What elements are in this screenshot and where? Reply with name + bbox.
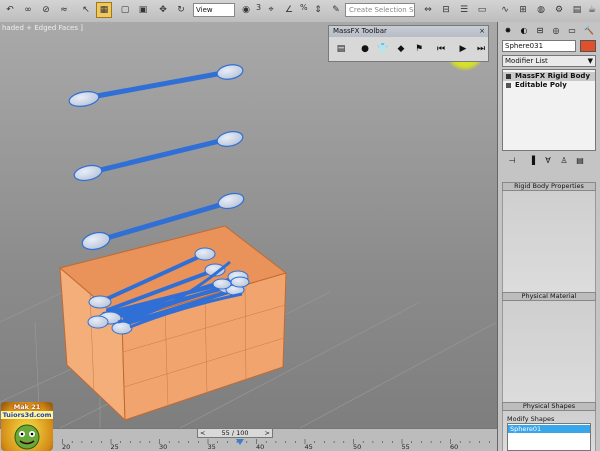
bind-space-warp-icon[interactable]: ≈ <box>56 2 72 18</box>
spinner-snap-icon[interactable]: ⇕ <box>310 2 326 18</box>
list-item[interactable]: Sphere01 <box>508 425 590 433</box>
reset-simulation-icon[interactable]: ⏮ <box>434 41 448 57</box>
select-and-move-icon[interactable]: ✥ <box>155 2 171 18</box>
logo-text-line2: Tuiors3d.com <box>1 411 53 419</box>
logo-mascot-icon <box>14 424 40 450</box>
rectangular-selection-icon[interactable]: ▢ <box>117 2 133 18</box>
step-simulation-icon[interactable]: ⏭ <box>474 41 488 57</box>
angle-snap-icon[interactable]: ∠ <box>281 2 297 18</box>
timeline-tick-label: 25 <box>110 443 119 451</box>
physical-material-body <box>502 301 596 402</box>
constraint-icon[interactable]: ◆ <box>394 41 408 57</box>
stack-controls: ⊣ ▐ ∀ ♙ ▤ <box>502 154 596 167</box>
show-end-result-icon[interactable]: ▐ <box>526 155 538 166</box>
sphere-icon[interactable]: ● <box>358 41 372 57</box>
select-and-rotate-icon[interactable]: ↻ <box>173 2 189 18</box>
render-setup-icon[interactable]: ⚙ <box>551 2 567 18</box>
world-icon[interactable]: ▤ <box>334 41 348 57</box>
modifier-list-dropdown[interactable]: Modifier List ▼ <box>502 55 596 67</box>
timeline-tick-label: 50 <box>353 443 362 451</box>
rendered-frame-icon[interactable]: ▤ <box>569 2 585 18</box>
object-name-field[interactable]: Sphere031 <box>502 40 576 52</box>
command-panel: ✸ ◐ ⊟ ◎ ▭ 🔨 Sphere031 Modifier List ▼ Ma… <box>497 22 600 451</box>
next-frame-icon[interactable]: > <box>265 429 270 437</box>
unlink-icon[interactable]: ⊘ <box>38 2 54 18</box>
configure-modifier-sets-icon[interactable]: ▤ <box>574 155 586 166</box>
timeline-tick-label: 30 <box>159 443 168 451</box>
timeline-tick-label: 60 <box>450 443 459 451</box>
select-by-name-icon[interactable]: ▦ <box>96 2 112 18</box>
chevron-down-icon: ▼ <box>587 57 593 65</box>
timeline-tick-label: 45 <box>304 443 313 451</box>
time-slider-bar: < 55 / 100 > 202530354045505560657075808… <box>0 428 497 451</box>
timeline-tick-label: 35 <box>207 443 216 451</box>
material-editor-icon[interactable]: ◍ <box>533 2 549 18</box>
named-selection-set-field[interactable]: Create Selection Se <box>345 3 415 17</box>
viewport-shading-label[interactable]: haded + Edged Faces ] <box>2 24 83 32</box>
modify-tab-icon[interactable]: ◐ <box>518 24 530 36</box>
snap-toggle-label[interactable]: 3 <box>256 3 261 12</box>
pin-stack-icon[interactable]: ⊣ <box>506 155 518 166</box>
link-icon[interactable]: ∞ <box>20 2 36 18</box>
lightbulb-icon[interactable] <box>506 74 511 79</box>
hierarchy-tab-icon[interactable]: ⊟ <box>534 24 546 36</box>
mirror-icon[interactable]: ⇔ <box>420 2 436 18</box>
shirt-icon[interactable]: 👕 <box>376 41 390 57</box>
edit-named-selection-icon[interactable]: ✎ <box>328 2 344 18</box>
viewport-scene <box>0 63 497 428</box>
time-slider[interactable]: < 55 / 100 > <box>197 428 273 438</box>
timeline-tick-label: 40 <box>256 443 265 451</box>
massfx-toolbar-title[interactable]: MassFX Toolbar <box>329 26 488 37</box>
modifier-list-label: Modifier List <box>505 57 548 65</box>
rigid-body-properties-body <box>502 191 596 292</box>
remove-modifier-icon[interactable]: ♙ <box>558 155 570 166</box>
window-crossing-icon[interactable]: ▣ <box>135 2 151 18</box>
motion-tab-icon[interactable]: ◎ <box>550 24 562 36</box>
timeline-ruler[interactable] <box>0 439 497 451</box>
perspective-viewport[interactable]: haded + Edged Faces ] <box>0 22 497 428</box>
explorer-icon[interactable]: ⚑ <box>412 41 426 57</box>
cotton-swab-1[interactable] <box>68 63 244 109</box>
close-icon[interactable]: × <box>479 27 485 35</box>
watermark-logo: Mak 21 Training Tuiors3d.com <box>1 402 53 451</box>
stack-item-editable-poly[interactable]: Editable Poly <box>503 81 595 90</box>
make-unique-icon[interactable]: ∀ <box>542 155 554 166</box>
timeline-tick-label: 55 <box>401 443 410 451</box>
reference-coordinate-dropdown[interactable]: View <box>193 3 235 17</box>
pivot-center-icon[interactable]: ◉ <box>238 2 254 18</box>
modify-shapes-label: Modify Shapes <box>507 415 555 423</box>
ribbon-icon[interactable]: ▭ <box>474 2 490 18</box>
object-color-swatch[interactable] <box>580 40 596 52</box>
percent-snap-label[interactable]: % <box>300 3 308 12</box>
rollout-physical-material[interactable]: Physical Material <box>502 292 596 301</box>
main-toolbar: ↶ ∞ ⊘ ≈ ↖ ▦ ▢ ▣ ✥ ↻ View ◉ 3 ⌖ ∠ % ⇕ ✎ C… <box>0 0 600 23</box>
expand-icon[interactable] <box>506 83 511 88</box>
snap-toggle-icon[interactable]: ⌖ <box>263 2 279 18</box>
undo-icon[interactable]: ↶ <box>2 2 18 18</box>
layer-manager-icon[interactable]: ☰ <box>456 2 472 18</box>
display-tab-icon[interactable]: ▭ <box>566 24 578 36</box>
select-object-icon[interactable]: ↖ <box>78 2 94 18</box>
curve-editor-icon[interactable]: ∿ <box>497 2 513 18</box>
stack-item-massfx-rigid-body[interactable]: MassFX Rigid Body <box>503 72 595 81</box>
previous-frame-icon[interactable]: < <box>200 429 205 437</box>
modifier-stack: MassFX Rigid Body Editable Poly <box>502 69 596 151</box>
utilities-tab-icon[interactable]: 🔨 <box>583 24 595 36</box>
play-simulation-icon[interactable]: ▶ <box>456 41 470 57</box>
stack-item-label: Editable Poly <box>515 81 567 89</box>
schematic-view-icon[interactable]: ⊞ <box>515 2 531 18</box>
shapes-list[interactable]: Sphere01 <box>507 423 591 451</box>
cotton-swab-2[interactable] <box>73 129 244 182</box>
timeline-tick-label: 20 <box>62 443 71 451</box>
render-icon[interactable]: ☕ <box>584 2 600 18</box>
rollout-physical-shapes[interactable]: Physical Shapes <box>502 402 596 411</box>
rollout-rigid-body-properties[interactable]: Rigid Body Properties <box>502 182 596 191</box>
align-icon[interactable]: ⊟ <box>438 2 454 18</box>
frame-counter: 55 / 100 <box>221 429 249 437</box>
stack-item-label: MassFX Rigid Body <box>515 72 591 80</box>
create-tab-icon[interactable]: ✸ <box>502 24 514 36</box>
massfx-toolbar: MassFX Toolbar × ▤ ● 👕 ◆ ⚑ ⏮ ▶ ⏭ <box>328 25 489 62</box>
